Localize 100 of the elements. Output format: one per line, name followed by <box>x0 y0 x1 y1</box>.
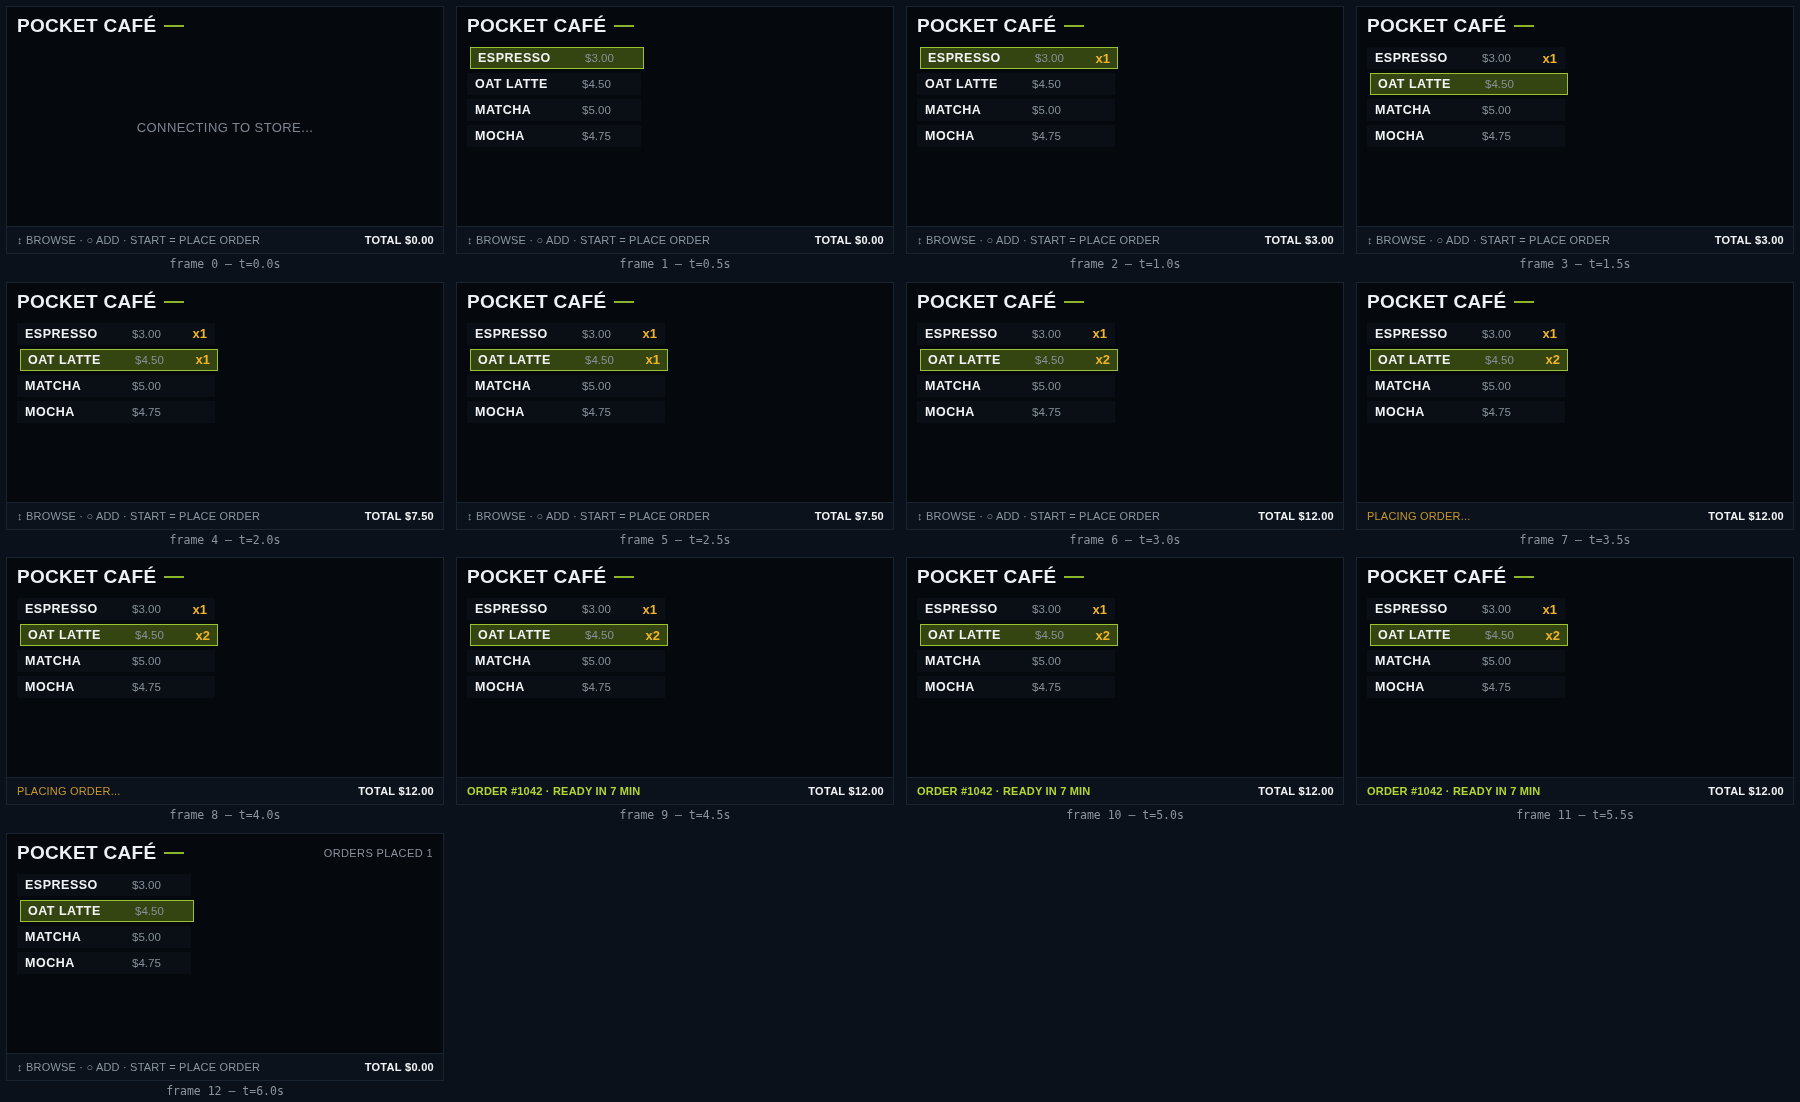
item-price: $5.00 <box>1032 379 1062 392</box>
menu-item[interactable]: MOCHA $4.75 <box>917 125 1115 147</box>
order-total: TOTAL $12.00 <box>358 785 434 797</box>
menu-item[interactable]: ESPRESSO $3.00 x1 <box>1367 598 1565 620</box>
frame-caption: frame 9 – t=4.5s <box>618 808 732 822</box>
menu-item[interactable]: MATCHA $5.00 <box>467 99 641 121</box>
item-quantity: x1 <box>1094 50 1110 66</box>
item-name: MOCHA <box>925 680 976 694</box>
frame-caption: frame 5 – t=2.5s <box>618 532 732 547</box>
menu-item[interactable]: ESPRESSO $3.00 x1 <box>917 598 1115 620</box>
menu-item[interactable]: MOCHA $4.75 <box>467 400 665 423</box>
menu-item[interactable]: MOCHA $4.75 <box>467 125 641 147</box>
menu-item[interactable]: MATCHA $5.00 <box>917 374 1115 397</box>
item-name: ESPRESSO <box>925 326 999 341</box>
item-quantity: x1 <box>641 601 657 617</box>
menu-item[interactable]: OAT LATTE $4.50 <box>917 73 1115 95</box>
menu-item[interactable]: ESPRESSO $3.00 x1 <box>920 47 1118 69</box>
menu-item[interactable]: OAT LATTE $4.50 x2 <box>1370 348 1568 371</box>
menu-item[interactable]: MATCHA $5.00 <box>467 374 665 397</box>
menu-item[interactable]: OAT LATTE $4.50 x1 <box>20 348 218 371</box>
item-name: ESPRESSO <box>478 51 552 65</box>
menu-item[interactable]: ESPRESSO $3.00 x1 <box>467 322 665 345</box>
item-quantity: x2 <box>1094 352 1110 367</box>
accent-dash-icon <box>614 300 635 303</box>
item-name: MOCHA <box>475 680 526 694</box>
item-name: MOCHA <box>475 129 526 143</box>
item-name: ESPRESSO <box>25 326 99 341</box>
menu-item[interactable]: ESPRESSO $3.00 x1 <box>1367 47 1565 69</box>
menu-item[interactable]: MATCHA $5.00 <box>17 374 215 397</box>
item-price: $4.75 <box>132 405 162 418</box>
menu-item[interactable]: OAT LATTE $4.50 <box>20 899 194 922</box>
menu-item[interactable]: ESPRESSO $3.00 x1 <box>17 322 215 345</box>
menu-item[interactable]: MOCHA $4.75 <box>467 676 665 698</box>
menu-item[interactable]: MOCHA $4.75 <box>917 400 1115 423</box>
item-quantity: x1 <box>1541 601 1557 617</box>
menu-item[interactable]: MATCHA $5.00 <box>917 99 1115 121</box>
controls-hint: ↕ BROWSE · ○ ADD · START = PLACE ORDER <box>17 509 261 522</box>
accent-dash-icon <box>614 576 635 578</box>
accent-dash-icon <box>1514 300 1535 303</box>
item-quantity: x2 <box>1094 627 1110 643</box>
item-name: ESPRESSO <box>25 602 99 616</box>
menu-item[interactable]: MOCHA $4.75 <box>17 400 215 423</box>
item-price: $5.00 <box>582 104 612 116</box>
app-title: POCKET CAFÉ <box>17 15 157 37</box>
item-price: $4.75 <box>1482 130 1512 142</box>
order-status: PLACING ORDER... <box>17 785 121 797</box>
menu-item[interactable]: OAT LATTE $4.50 <box>1370 73 1568 95</box>
menu-item[interactable]: OAT LATTE $4.50 x1 <box>470 348 668 371</box>
menu-item[interactable]: ESPRESSO $3.00 x1 <box>17 598 215 620</box>
menu-item[interactable]: OAT LATTE $4.50 x2 <box>920 624 1118 646</box>
item-price: $4.75 <box>132 681 162 693</box>
item-price: $5.00 <box>1032 655 1062 667</box>
menu-item[interactable]: ESPRESSO $3.00 x1 <box>1367 322 1565 345</box>
item-price: $4.75 <box>582 405 612 418</box>
menu-item[interactable]: MATCHA $5.00 <box>917 650 1115 672</box>
menu-item[interactable]: MATCHA $5.00 <box>17 925 191 948</box>
menu-item[interactable]: MOCHA $4.75 <box>917 676 1115 698</box>
menu-item[interactable]: OAT LATTE $4.50 x2 <box>20 624 218 646</box>
menu-item[interactable]: ESPRESSO $3.00 <box>17 873 191 896</box>
menu-item[interactable]: MATCHA $5.00 <box>1367 650 1565 672</box>
menu-item[interactable]: MOCHA $4.75 <box>1367 676 1565 698</box>
order-total: TOTAL $3.00 <box>1264 234 1334 246</box>
frame-caption: frame 2 – t=1.0s <box>1068 257 1182 271</box>
menu-item[interactable]: MATCHA $5.00 <box>1367 99 1565 121</box>
menu-item[interactable]: OAT LATTE $4.50 x2 <box>1370 624 1568 646</box>
menu-item[interactable]: OAT LATTE $4.50 x2 <box>470 624 668 646</box>
menu-item[interactable]: OAT LATTE $4.50 x2 <box>920 348 1118 371</box>
item-price: $3.00 <box>582 603 612 615</box>
menu-item[interactable]: MATCHA $5.00 <box>467 650 665 672</box>
menu-item[interactable]: MATCHA $5.00 <box>1367 374 1565 397</box>
item-name: MATCHA <box>25 929 83 944</box>
item-price: $4.75 <box>1482 681 1512 693</box>
menu-item[interactable]: MOCHA $4.75 <box>17 951 191 974</box>
item-quantity: x2 <box>1544 352 1560 367</box>
order-status: ORDER #1042 · READY IN 7 MIN <box>917 785 1091 797</box>
item-name: MATCHA <box>1375 103 1433 117</box>
menu-item[interactable]: ESPRESSO $3.00 x1 <box>467 598 665 620</box>
item-price: $3.00 <box>1032 603 1062 615</box>
menu-item[interactable]: MOCHA $4.75 <box>1367 400 1565 423</box>
menu-item[interactable]: MATCHA $5.00 <box>17 650 215 672</box>
item-quantity: x1 <box>1091 326 1107 341</box>
menu-item[interactable]: MOCHA $4.75 <box>1367 125 1565 147</box>
item-price: $5.00 <box>132 655 162 667</box>
accent-dash-icon <box>164 300 185 303</box>
item-price: $3.00 <box>1482 603 1512 615</box>
menu-item[interactable]: OAT LATTE $4.50 <box>467 73 641 95</box>
item-name: MATCHA <box>475 378 533 393</box>
item-name: OAT LATTE <box>925 77 999 91</box>
item-price: $4.50 <box>1035 629 1065 641</box>
menu-item[interactable]: ESPRESSO $3.00 <box>470 47 644 69</box>
item-name: MOCHA <box>1375 129 1426 143</box>
menu-item[interactable]: MOCHA $4.75 <box>17 676 215 698</box>
order-total: TOTAL $0.00 <box>364 1060 434 1073</box>
item-price: $5.00 <box>1032 104 1062 116</box>
menu-item[interactable]: ESPRESSO $3.00 x1 <box>917 322 1115 345</box>
controls-hint: ↕ BROWSE · ○ ADD · START = PLACE ORDER <box>1367 234 1611 246</box>
order-total: TOTAL $3.00 <box>1714 234 1784 246</box>
item-name: MATCHA <box>1375 378 1433 393</box>
accent-dash-icon <box>164 25 185 27</box>
item-name: ESPRESSO <box>475 602 549 616</box>
